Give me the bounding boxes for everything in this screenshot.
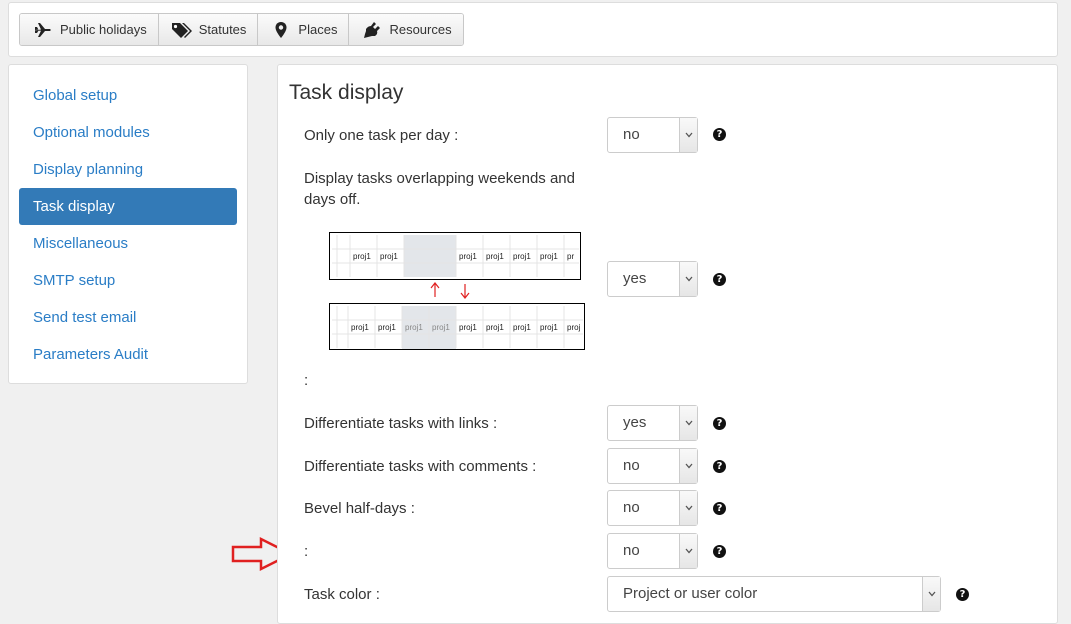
sidebar-item-optional-modules[interactable]: Optional modules xyxy=(19,114,237,151)
sidebar-item-task-display[interactable]: Task display xyxy=(19,188,237,225)
illus-cell-label: proj1 xyxy=(380,252,398,261)
help-icon[interactable]: ? xyxy=(713,128,726,141)
chevron-down-icon xyxy=(679,491,697,525)
map-marker-icon xyxy=(270,21,292,39)
illus-cell-label: proj1 xyxy=(459,323,477,332)
sidebar-item-miscellaneous[interactable]: Miscellaneous xyxy=(19,225,237,262)
overlap-weekends-label: Display tasks overlapping weekends and d… xyxy=(304,170,575,208)
sidebar-item-display-planning[interactable]: Display planning xyxy=(19,151,237,188)
illus-cell-label: proj1 xyxy=(486,323,504,332)
help-icon[interactable]: ? xyxy=(713,460,726,473)
public-holidays-label: Public holidays xyxy=(60,22,147,37)
comments-value: no xyxy=(623,457,640,474)
empty-setting-label: : xyxy=(304,372,309,389)
illus-cell-label: proj1 xyxy=(378,323,396,332)
comments-label: Differentiate tasks with comments : xyxy=(304,458,537,475)
illus-cell-label: pr xyxy=(567,252,574,261)
illus-cell-label: proj1 xyxy=(486,252,504,261)
page-title: Task display xyxy=(289,81,404,104)
plug-icon xyxy=(361,21,383,39)
chevron-down-icon xyxy=(679,118,697,152)
overlap-illustration: proj1 proj1 proj1 proj1 proj1 proj1 pr p… xyxy=(329,232,585,350)
comments-select[interactable]: no xyxy=(607,448,698,484)
task-color-label: Task color : xyxy=(304,586,380,603)
illus-cell-label: proj1 xyxy=(513,323,531,332)
overlap-weekends-value: yes xyxy=(623,270,647,287)
chevron-down-icon xyxy=(679,449,697,483)
unnamed-setting-select[interactable]: no xyxy=(607,533,698,569)
help-icon[interactable]: ? xyxy=(713,417,726,430)
help-icon[interactable]: ? xyxy=(956,588,969,601)
one-task-per-day-select[interactable]: no xyxy=(607,117,698,153)
sidebar-item-parameters-audit[interactable]: Parameters Audit xyxy=(19,336,237,373)
illus-cell-label: proj1 xyxy=(540,323,558,332)
chevron-down-icon xyxy=(922,577,940,611)
one-task-per-day-value: no xyxy=(623,126,640,143)
links-label: Differentiate tasks with links : xyxy=(304,415,498,432)
settings-sidebar: Global setup Optional modules Display pl… xyxy=(8,64,248,384)
help-icon[interactable]: ? xyxy=(713,502,726,515)
illus-cell-label: proj1 xyxy=(513,252,531,261)
public-holidays-button[interactable]: Public holidays xyxy=(20,14,159,45)
illus-cell-label: proj1 xyxy=(432,323,450,332)
bevel-value: no xyxy=(623,499,640,516)
illus-cell-label: proj1 xyxy=(540,252,558,261)
links-select[interactable]: yes xyxy=(607,405,698,441)
help-icon[interactable]: ? xyxy=(713,545,726,558)
top-toolbar: Public holidays Statutes Places Resource… xyxy=(8,2,1058,57)
plane-icon xyxy=(32,21,54,39)
sidebar-item-global-setup[interactable]: Global setup xyxy=(19,77,237,114)
tags-icon xyxy=(171,21,193,39)
bevel-label: Bevel half-days : xyxy=(304,500,415,517)
one-task-per-day-label: Only one task per day : xyxy=(304,127,459,144)
places-label: Places xyxy=(298,22,338,37)
illus-cell-label: proj1 xyxy=(459,252,477,261)
sidebar-item-send-test-email[interactable]: Send test email xyxy=(19,299,237,336)
illus-cell-label: proj xyxy=(567,323,581,332)
task-display-panel: Task display Only one task per day : no … xyxy=(277,64,1058,624)
unnamed-setting-label: : xyxy=(304,543,309,560)
overlap-weekends-select[interactable]: yes xyxy=(607,261,698,297)
help-icon[interactable]: ? xyxy=(713,273,726,286)
chevron-down-icon xyxy=(679,406,697,440)
chevron-down-icon xyxy=(679,534,697,568)
toolbar-button-group: Public holidays Statutes Places Resource… xyxy=(19,13,464,46)
statutes-button[interactable]: Statutes xyxy=(158,14,259,45)
illus-cell-label: proj1 xyxy=(353,252,371,261)
task-color-value: Project or user color xyxy=(623,585,758,602)
task-color-select[interactable]: Project or user color xyxy=(607,576,941,612)
resources-label: Resources xyxy=(389,22,452,37)
bevel-select[interactable]: no xyxy=(607,490,698,526)
unnamed-setting-value: no xyxy=(623,542,640,559)
statutes-label: Statutes xyxy=(198,22,247,37)
sidebar-item-smtp-setup[interactable]: SMTP setup xyxy=(19,262,237,299)
links-value: yes xyxy=(623,414,647,431)
places-button[interactable]: Places xyxy=(258,14,350,45)
resources-button[interactable]: Resources xyxy=(349,14,463,45)
chevron-down-icon xyxy=(679,262,697,296)
weekend-cell xyxy=(404,235,456,277)
illus-cell-label: proj1 xyxy=(351,323,369,332)
illus-cell-label: proj1 xyxy=(405,323,423,332)
